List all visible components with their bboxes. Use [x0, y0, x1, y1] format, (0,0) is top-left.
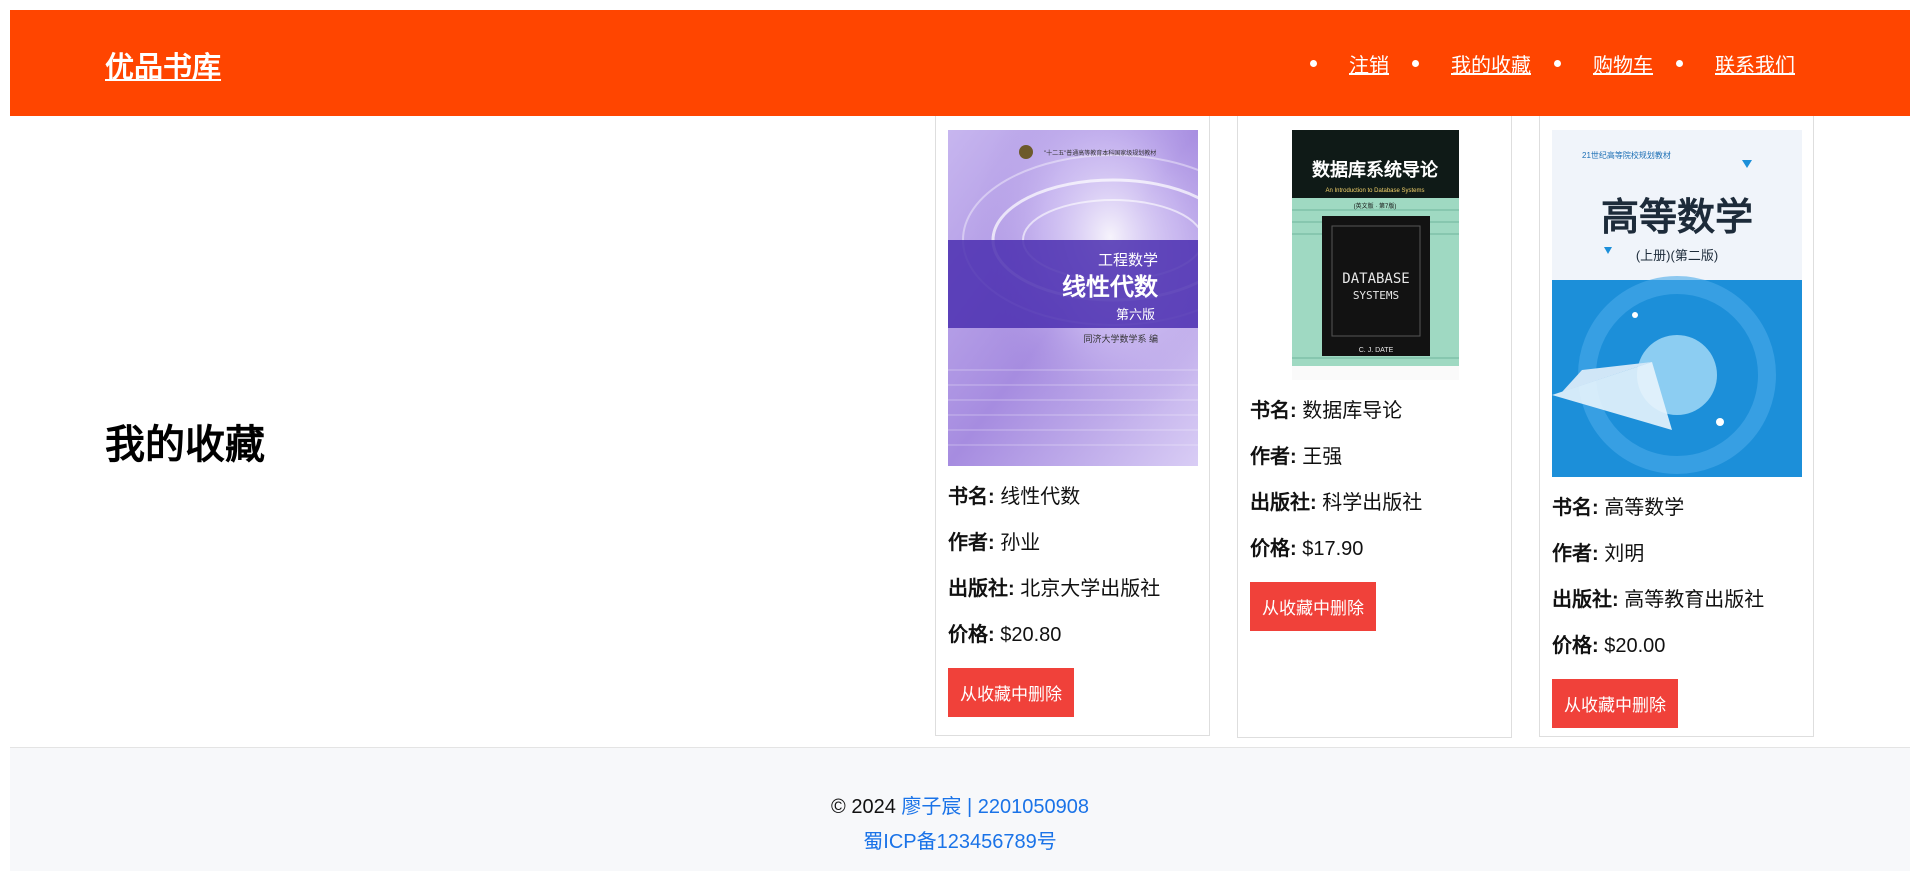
- book-author-label: 作者:: [948, 532, 995, 554]
- copyright-text: © 2024: [831, 796, 896, 818]
- cover-title: 数据库系统导论: [1312, 159, 1439, 180]
- book-author-label: 作者:: [1250, 446, 1297, 468]
- book-name: 数据库导论: [1302, 400, 1403, 422]
- top-navbar: 优品书库 注销 我的收藏 购物车 联系我们: [10, 10, 1910, 116]
- book-price-label: 价格:: [1250, 538, 1297, 560]
- book-publisher-row: 出版社: 科学出版社: [1250, 490, 1499, 516]
- book-author: 王强: [1302, 446, 1343, 468]
- book-price: $20.80: [1000, 624, 1062, 646]
- brand-logo-link[interactable]: 优品书库: [105, 44, 221, 86]
- cover-edition: (英文版 · 第7版): [1354, 202, 1397, 210]
- page-footer: © 2024 廖子宸 | 2201050908 蜀ICP备123456789号: [10, 747, 1910, 871]
- book-name-row: 书名: 数据库导论: [1250, 398, 1499, 424]
- book-name-row: 书名: 高等数学: [1552, 495, 1801, 521]
- cart-link[interactable]: 购物车: [1593, 49, 1653, 78]
- cover-series: 工程数学: [1098, 251, 1158, 269]
- book-price: $17.90: [1302, 538, 1364, 560]
- book-publisher-row: 出版社: 高等教育出版社: [1552, 587, 1801, 613]
- book-publisher-label: 出版社:: [1552, 589, 1619, 611]
- book-author: 刘明: [1604, 543, 1645, 565]
- cover-top-text: 21世纪高等院校规划教材: [1582, 150, 1671, 160]
- logout-link[interactable]: 注销: [1349, 49, 1389, 78]
- page-title: 我的收藏: [105, 423, 265, 467]
- book-author-row: 作者: 王强: [1250, 444, 1499, 470]
- footer-icp-line: 蜀ICP备123456789号: [10, 825, 1910, 854]
- bullet-icon: [1676, 59, 1683, 67]
- nav-item-logout: 注销: [1310, 49, 1389, 78]
- bullet-icon: [1412, 59, 1419, 67]
- bullet-icon: [1310, 59, 1317, 67]
- book-publisher-row: 出版社: 北京大学出版社: [948, 576, 1197, 602]
- contact-link[interactable]: 联系我们: [1715, 49, 1795, 78]
- favorite-book-card: "十二五"普通高等教育本科国家级规划教材 工程数学 线性代数 第六版 同济大学数…: [935, 116, 1210, 736]
- nav-item-contact: 联系我们: [1676, 49, 1795, 78]
- favorites-link[interactable]: 我的收藏: [1451, 49, 1531, 78]
- icp-link[interactable]: 蜀ICP备123456789号: [863, 831, 1056, 853]
- book-price-row: 价格: $20.00: [1552, 633, 1801, 659]
- book-author-label: 作者:: [1552, 543, 1599, 565]
- book-publisher-label: 出版社:: [1250, 492, 1317, 514]
- book-price-label: 价格:: [1552, 635, 1599, 657]
- cover-top-text: "十二五"普通高等教育本科国家级规划教材: [1044, 149, 1156, 157]
- cover-systems-word: SYSTEMS: [1353, 289, 1399, 302]
- book-publisher-label: 出版社:: [948, 578, 1015, 600]
- nav-menu: 注销 我的收藏 购物车 联系我们: [1287, 10, 1795, 116]
- book-name-label: 书名:: [1552, 497, 1599, 519]
- favorite-book-card: 数据库系统导论 An Introduction to Database Syst…: [1237, 116, 1512, 738]
- book-publisher: 高等教育出版社: [1624, 589, 1765, 611]
- book-author-row: 作者: 孙业: [948, 530, 1197, 556]
- book-author-row: 作者: 刘明: [1552, 541, 1801, 567]
- remove-from-favorites-button[interactable]: 从收藏中删除: [1250, 582, 1376, 631]
- remove-from-favorites-button[interactable]: 从收藏中删除: [948, 668, 1074, 717]
- cover-author: C. J. DATE: [1359, 347, 1394, 354]
- book-name-label: 书名:: [1250, 400, 1297, 422]
- book-author: 孙业: [1000, 532, 1041, 554]
- nav-item-favorites: 我的收藏: [1412, 49, 1531, 78]
- nav-item-cart: 购物车: [1554, 49, 1653, 78]
- cover-title: 高等数学: [1601, 196, 1753, 239]
- book-publisher: 北京大学出版社: [1020, 578, 1161, 600]
- favorite-book-card: 21世纪高等院校规划教材 高等数学 (上册)(第二版) 书名: 高等数学 作者:…: [1539, 116, 1814, 737]
- book-price-row: 价格: $17.90: [1250, 536, 1499, 562]
- cover-edition: (上册)(第二版): [1636, 248, 1718, 263]
- cover-edition: 第六版: [1116, 307, 1155, 322]
- book-cover-image: 数据库系统导论 An Introduction to Database Syst…: [1250, 130, 1500, 380]
- book-price: $20.00: [1604, 635, 1666, 657]
- bullet-icon: [1554, 59, 1561, 67]
- book-cover-image: 21世纪高等院校规划教材 高等数学 (上册)(第二版): [1552, 130, 1802, 477]
- remove-from-favorites-button[interactable]: 从收藏中删除: [1552, 679, 1678, 728]
- book-publisher: 科学出版社: [1322, 492, 1423, 514]
- book-name-row: 书名: 线性代数: [948, 484, 1197, 510]
- cover-subtitle: An Introduction to Database Systems: [1325, 188, 1424, 194]
- book-name: 高等数学: [1604, 497, 1685, 519]
- book-price-label: 价格:: [948, 624, 995, 646]
- book-price-row: 价格: $20.80: [948, 622, 1197, 648]
- author-link[interactable]: 廖子宸 | 2201050908: [901, 796, 1089, 818]
- cover-title: 线性代数: [1062, 272, 1159, 301]
- footer-copyright-line: © 2024 廖子宸 | 2201050908: [10, 790, 1910, 819]
- book-name-label: 书名:: [948, 486, 995, 508]
- cover-database-word: DATABASE: [1342, 271, 1409, 287]
- book-name: 线性代数: [1000, 486, 1081, 508]
- book-cover-image: "十二五"普通高等教育本科国家级规划教材 工程数学 线性代数 第六版 同济大学数…: [948, 130, 1198, 466]
- cover-editor: 同济大学数学系 编: [1083, 333, 1158, 344]
